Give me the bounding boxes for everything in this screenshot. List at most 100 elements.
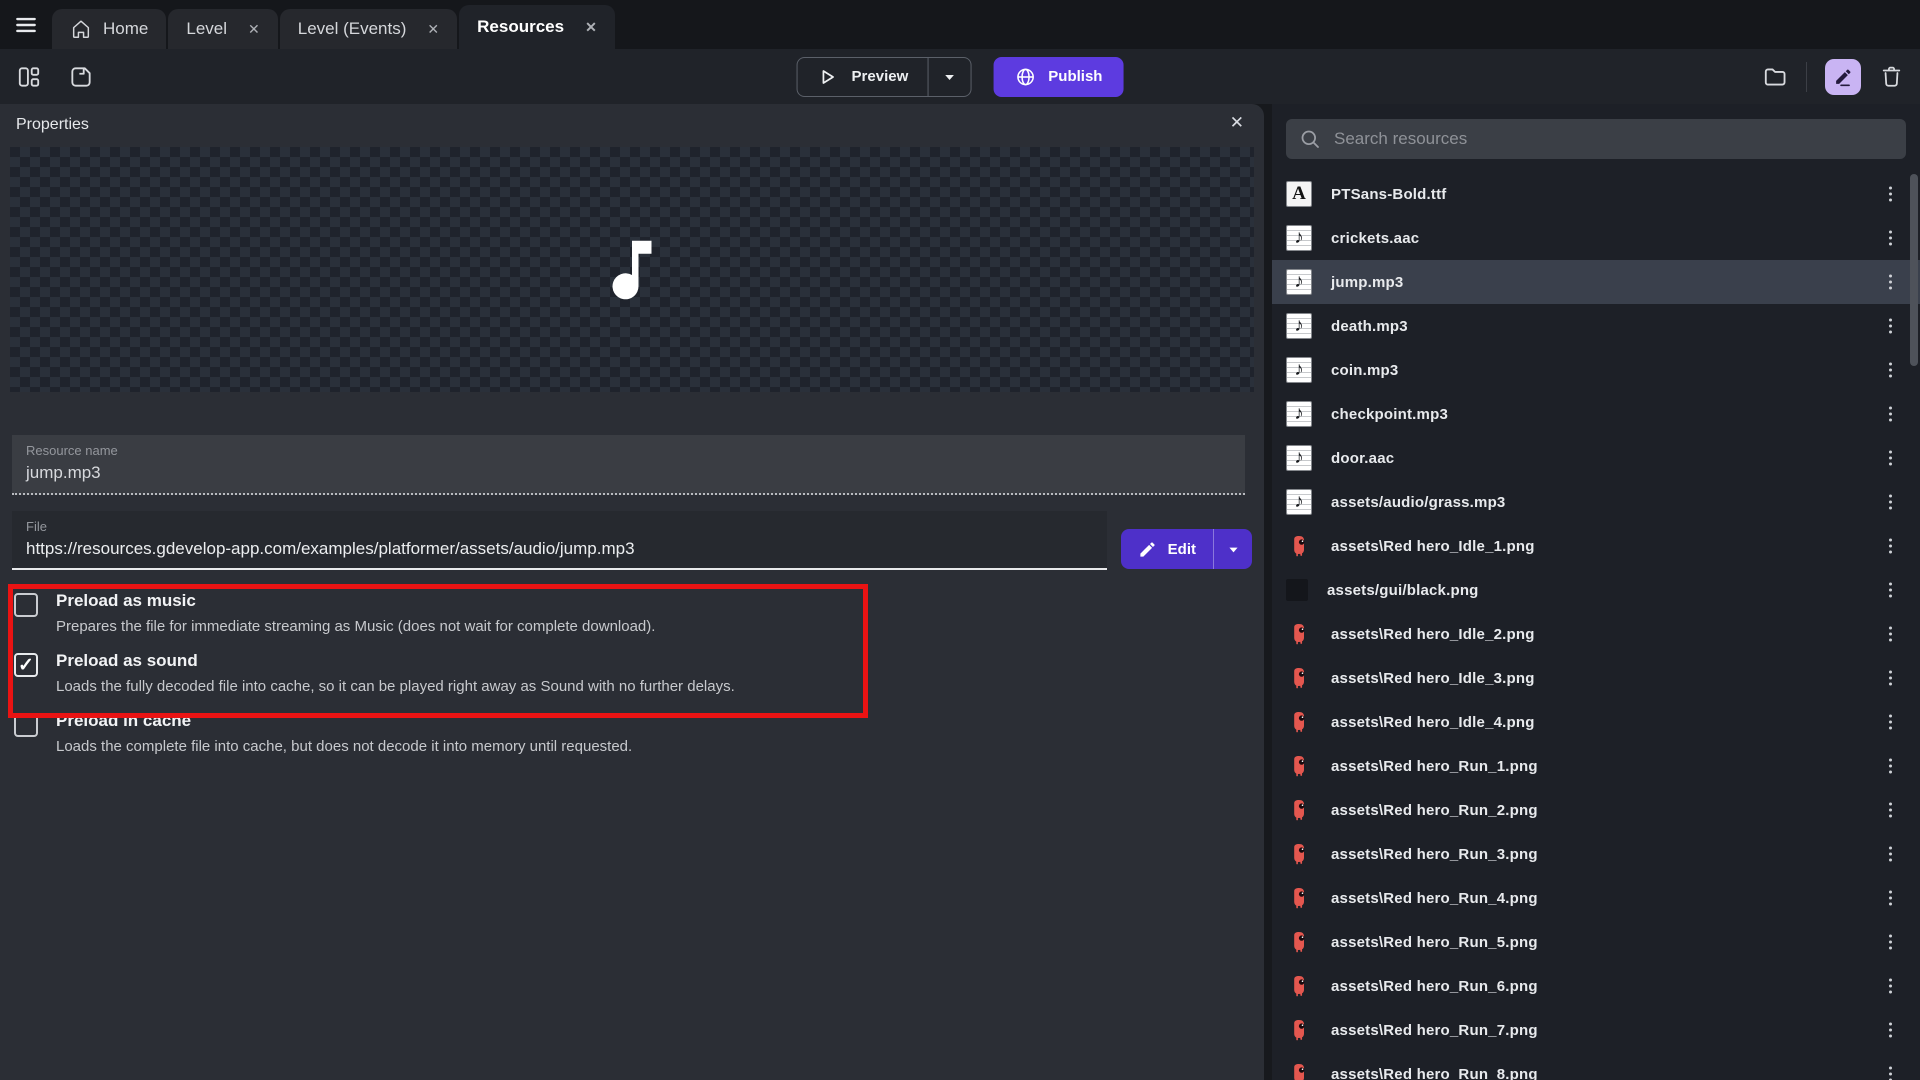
checkbox[interactable]: ✓ bbox=[14, 653, 38, 677]
kebab-menu-icon[interactable] bbox=[1885, 755, 1896, 778]
kebab-menu-icon[interactable] bbox=[1885, 315, 1896, 338]
image-file-icon bbox=[1286, 1017, 1312, 1043]
image-file-icon bbox=[1286, 621, 1312, 647]
resource-list-item[interactable]: assets\Red hero_Idle_3.png bbox=[1272, 656, 1920, 700]
resource-name: assets\Red hero_Run_5.png bbox=[1331, 934, 1538, 951]
kebab-menu-icon[interactable] bbox=[1885, 667, 1896, 690]
preload-option-row: ✓ Preload as sound Loads the fully decod… bbox=[14, 650, 1264, 695]
kebab-menu-icon[interactable] bbox=[1885, 491, 1896, 514]
tab-level[interactable]: Level ✕ bbox=[168, 9, 277, 49]
scrollbar-thumb[interactable] bbox=[1910, 174, 1918, 366]
resource-list-item[interactable]: assets\Red hero_Run_7.png bbox=[1272, 1008, 1920, 1052]
kebab-menu-icon[interactable] bbox=[1885, 579, 1896, 602]
resource-list-item[interactable]: assets\Red hero_Run_2.png bbox=[1272, 788, 1920, 832]
kebab-menu-icon[interactable] bbox=[1885, 227, 1896, 250]
edit-mode-button[interactable] bbox=[1825, 59, 1861, 95]
folder-icon[interactable] bbox=[1762, 64, 1788, 90]
kebab-menu-icon[interactable] bbox=[1885, 931, 1896, 954]
resource-list-item[interactable]: assets\Red hero_Idle_4.png bbox=[1272, 700, 1920, 744]
option-label: Preload as sound bbox=[56, 650, 735, 672]
kebab-menu-icon[interactable] bbox=[1885, 535, 1896, 558]
resource-list-item[interactable]: assets\Red hero_Run_3.png bbox=[1272, 832, 1920, 876]
globe-icon bbox=[1014, 66, 1036, 88]
resource-list-item[interactable]: ♪ death.mp3 bbox=[1272, 304, 1920, 348]
kebab-menu-icon[interactable] bbox=[1885, 403, 1896, 426]
resource-name-label: Resource name bbox=[26, 443, 1231, 458]
trash-icon[interactable] bbox=[1879, 64, 1904, 89]
kebab-menu-icon[interactable] bbox=[1885, 975, 1896, 998]
preview-button[interactable]: Preview bbox=[798, 58, 928, 96]
tab-close-icon[interactable]: ✕ bbox=[585, 19, 597, 36]
resource-list-item[interactable]: assets\Red hero_Run_6.png bbox=[1272, 964, 1920, 1008]
tab-home[interactable]: Home bbox=[52, 9, 166, 49]
tab-level-events-[interactable]: Level (Events) ✕ bbox=[280, 9, 457, 49]
resources-panel: Search resources A PTSans-Bold.ttf ♪ cri… bbox=[1272, 104, 1920, 1080]
resource-name: assets\Red hero_Run_1.png bbox=[1331, 758, 1538, 775]
resource-list-item[interactable]: assets\Red hero_Run_1.png bbox=[1272, 744, 1920, 788]
resource-name: assets\Red hero_Run_6.png bbox=[1331, 978, 1538, 995]
preload-option-row: ✓ Preload in cache Loads the complete fi… bbox=[14, 710, 1264, 755]
kebab-menu-icon[interactable] bbox=[1885, 359, 1896, 382]
tab-close-icon[interactable]: ✕ bbox=[427, 21, 439, 38]
resource-preview-area bbox=[10, 147, 1254, 392]
option-description: Loads the complete file into cache, but … bbox=[56, 738, 632, 755]
checkbox[interactable]: ✓ bbox=[14, 713, 38, 737]
kebab-menu-icon[interactable] bbox=[1885, 1063, 1896, 1080]
resource-name: checkpoint.mp3 bbox=[1331, 406, 1448, 423]
preload-option-row: ✓ Preload as music Prepares the file for… bbox=[14, 590, 1264, 635]
audio-file-icon: ♪ bbox=[1286, 357, 1312, 383]
kebab-menu-icon[interactable] bbox=[1885, 843, 1896, 866]
resource-name: assets/gui/black.png bbox=[1327, 582, 1479, 599]
resource-list-item[interactable]: A PTSans-Bold.ttf bbox=[1272, 172, 1920, 216]
main-menu-button[interactable] bbox=[0, 0, 52, 49]
image-file-icon bbox=[1286, 973, 1312, 999]
kebab-menu-icon[interactable] bbox=[1885, 183, 1896, 206]
tab-resources[interactable]: Resources ✕ bbox=[459, 5, 615, 49]
search-resources-input[interactable]: Search resources bbox=[1286, 119, 1906, 159]
resource-list-item[interactable]: assets\Red hero_Run_8.png bbox=[1272, 1052, 1920, 1080]
edit-dropdown-button[interactable] bbox=[1214, 529, 1252, 569]
resource-list-item[interactable]: assets\Red hero_Idle_1.png bbox=[1272, 524, 1920, 568]
option-label: Preload as music bbox=[56, 590, 655, 612]
save-button[interactable] bbox=[68, 64, 94, 90]
resource-list-item[interactable]: ♪ crickets.aac bbox=[1272, 216, 1920, 260]
kebab-menu-icon[interactable] bbox=[1885, 623, 1896, 646]
image-file-icon bbox=[1286, 753, 1312, 779]
edit-button[interactable]: Edit bbox=[1121, 529, 1213, 569]
resource-list-item[interactable]: ♪ jump.mp3 bbox=[1272, 260, 1920, 304]
toolbar-right bbox=[1762, 59, 1904, 95]
tab-bar: Home Level ✕ Level (Events) ✕ Resources … bbox=[0, 0, 1920, 49]
kebab-menu-icon[interactable] bbox=[1885, 887, 1896, 910]
resource-list-item[interactable]: ♪ door.aac bbox=[1272, 436, 1920, 480]
resource-list-item[interactable]: assets\Red hero_Run_4.png bbox=[1272, 876, 1920, 920]
resource-list-item[interactable]: assets\Red hero_Run_5.png bbox=[1272, 920, 1920, 964]
close-icon[interactable]: ✕ bbox=[1230, 113, 1244, 133]
tab-close-icon[interactable]: ✕ bbox=[248, 21, 260, 38]
kebab-menu-icon[interactable] bbox=[1885, 799, 1896, 822]
kebab-menu-icon[interactable] bbox=[1885, 271, 1896, 294]
tab-label: Resources bbox=[477, 17, 564, 37]
resource-name: PTSans-Bold.ttf bbox=[1331, 186, 1447, 203]
resource-list-item[interactable]: ♪ assets/audio/grass.mp3 bbox=[1272, 480, 1920, 524]
kebab-menu-icon[interactable] bbox=[1885, 447, 1896, 470]
kebab-menu-icon[interactable] bbox=[1885, 1019, 1896, 1042]
panels-layout-button[interactable] bbox=[16, 64, 42, 90]
kebab-menu-icon[interactable] bbox=[1885, 711, 1896, 734]
resource-name: jump.mp3 bbox=[1331, 274, 1403, 291]
checkbox[interactable]: ✓ bbox=[14, 593, 38, 617]
preview-dropdown-button[interactable] bbox=[928, 58, 970, 96]
tab-label: Level bbox=[186, 19, 227, 39]
resource-name-field[interactable]: Resource name jump.mp3 bbox=[12, 435, 1245, 495]
preview-label: Preview bbox=[852, 68, 909, 85]
resource-list-item[interactable]: ♪ coin.mp3 bbox=[1272, 348, 1920, 392]
resource-list-item[interactable]: assets/gui/black.png bbox=[1272, 568, 1920, 612]
black-image-icon bbox=[1286, 579, 1308, 601]
tab-label: Level (Events) bbox=[298, 19, 407, 39]
search-icon bbox=[1298, 127, 1322, 151]
publish-button[interactable]: Publish bbox=[993, 57, 1123, 97]
toolbar-center: Preview Publish bbox=[797, 57, 1124, 97]
file-field[interactable]: File https://resources.gdevelop-app.com/… bbox=[12, 511, 1107, 570]
resource-name: assets/audio/grass.mp3 bbox=[1331, 494, 1505, 511]
resource-list-item[interactable]: assets\Red hero_Idle_2.png bbox=[1272, 612, 1920, 656]
resource-list-item[interactable]: ♪ checkpoint.mp3 bbox=[1272, 392, 1920, 436]
